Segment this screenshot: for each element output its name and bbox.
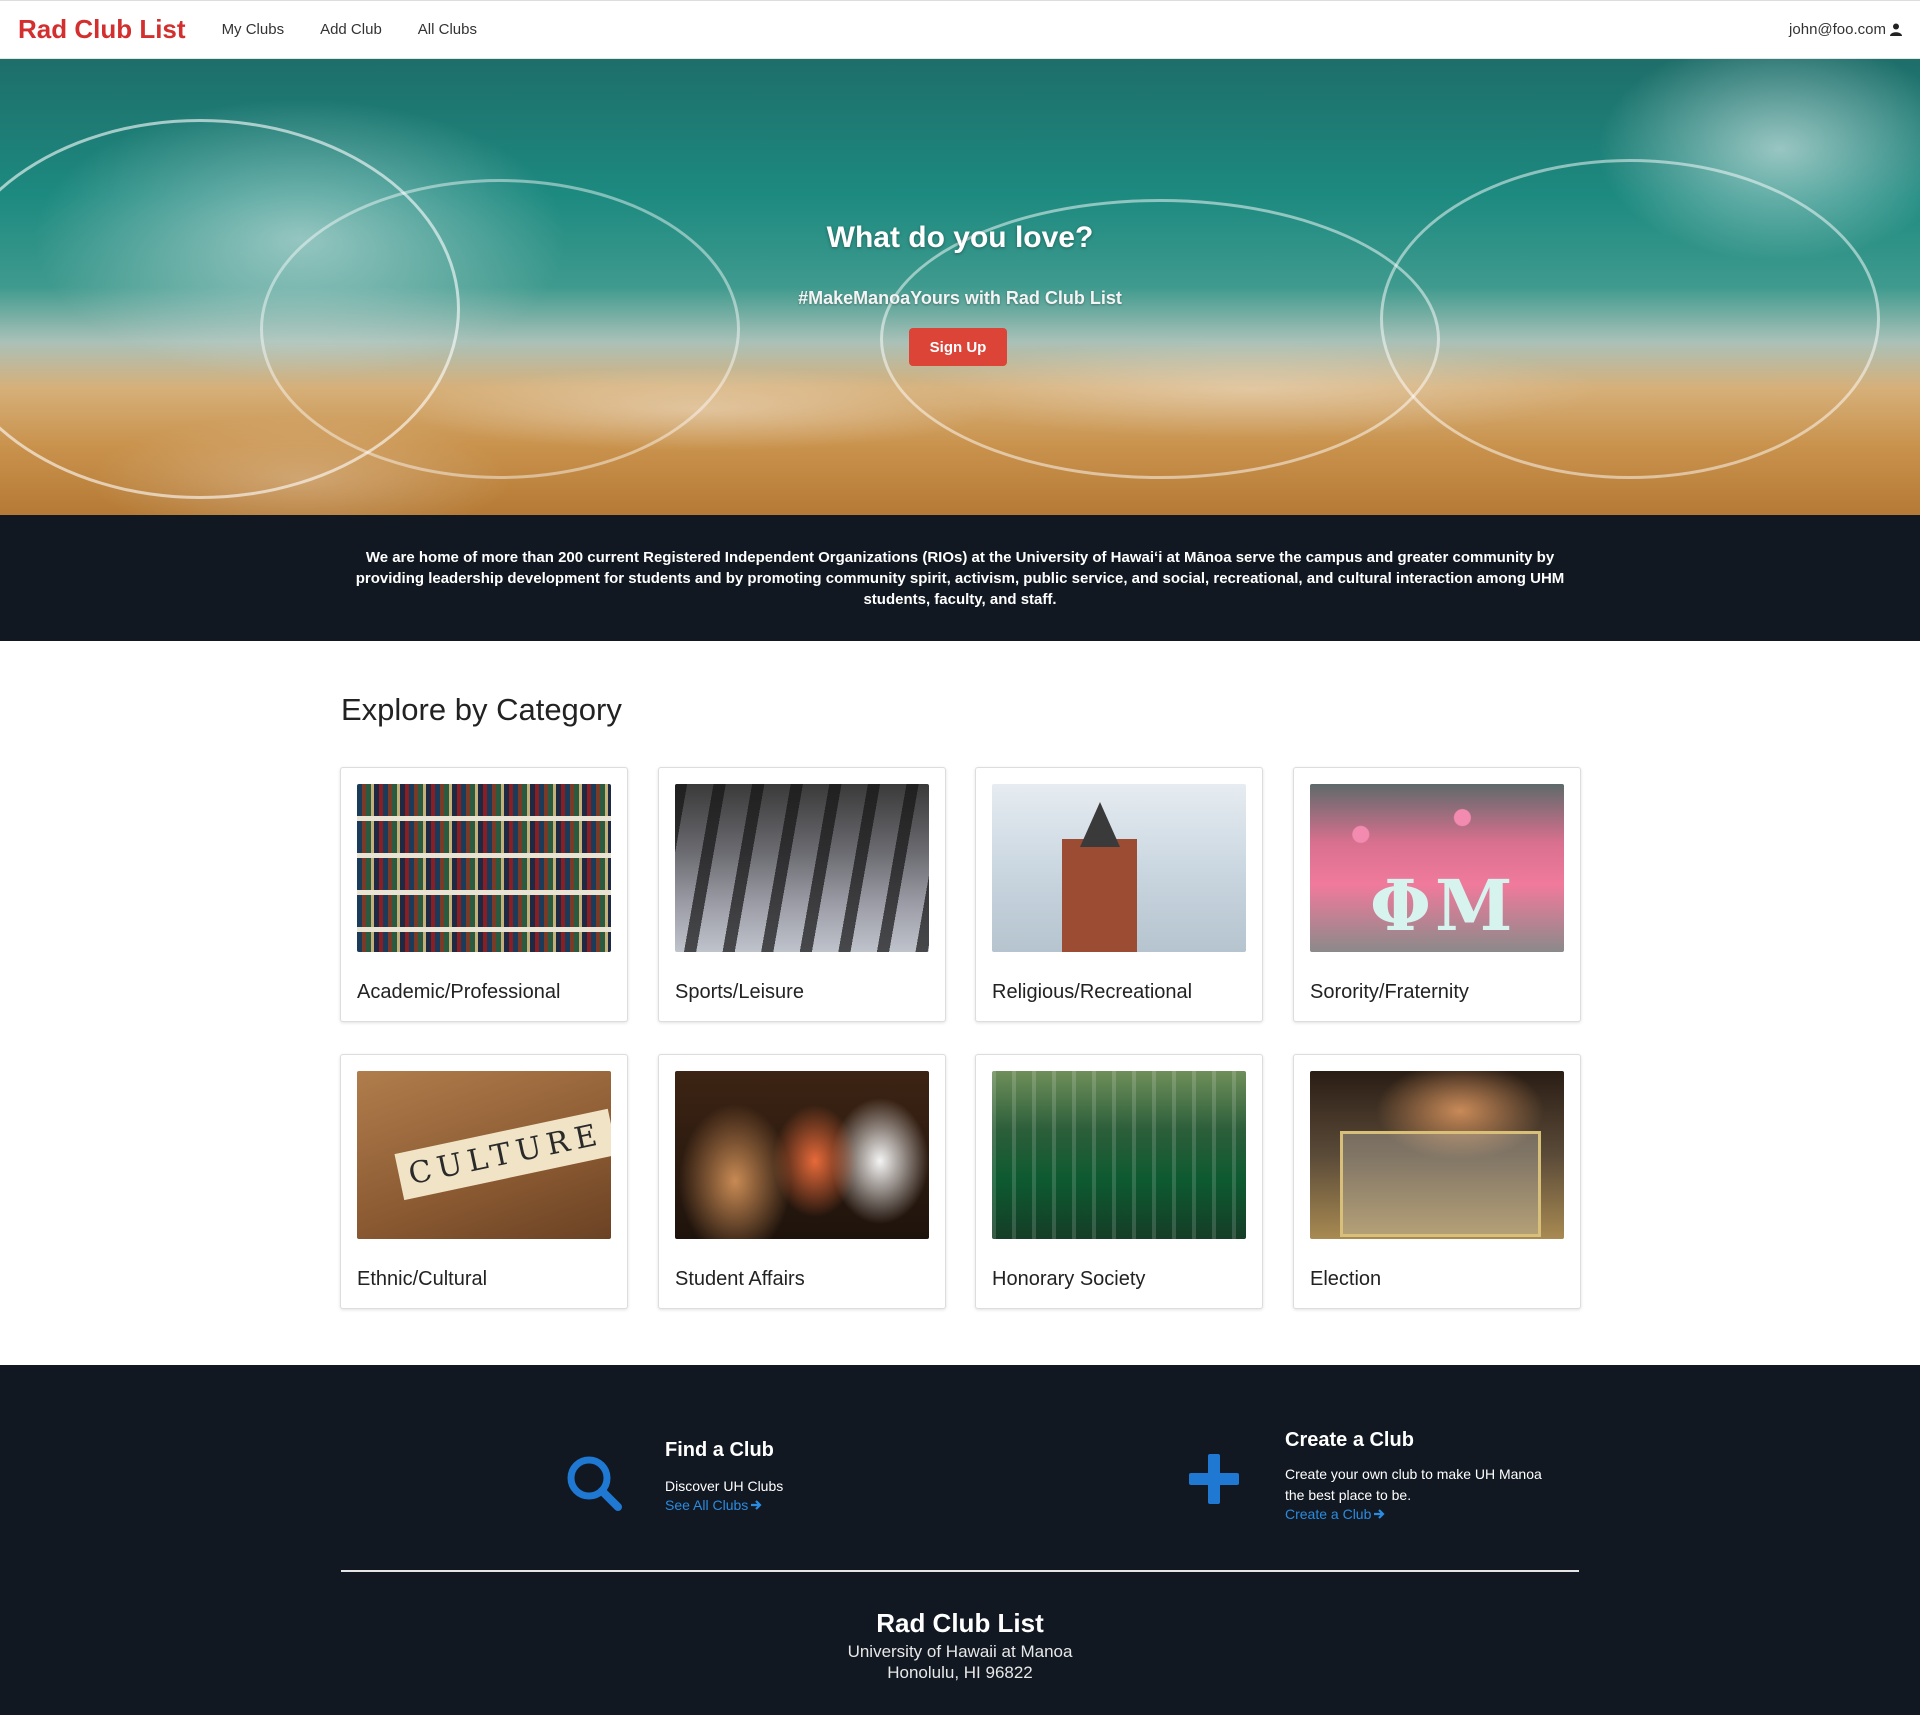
- info-band: We are home of more than 200 current Reg…: [0, 515, 1920, 641]
- user-email: john@foo.com: [1789, 21, 1886, 38]
- create-club-link[interactable]: Create a Club: [1285, 1506, 1385, 1522]
- category-card-religious[interactable]: Religious/Recreational: [975, 767, 1263, 1022]
- nav-links: My Clubs Add Club All Clubs: [206, 21, 497, 38]
- signup-button[interactable]: Sign Up: [909, 328, 1007, 366]
- category-card-election[interactable]: Election: [1293, 1054, 1581, 1309]
- category-card-ethnic[interactable]: CULTURE Ethnic/Cultural: [340, 1054, 628, 1309]
- create-club-text-1: Create your own club to make UH Manoa: [1285, 1466, 1542, 1482]
- category-label: Sports/Leisure: [675, 981, 804, 1003]
- hero-title: What do you love?: [826, 221, 1094, 254]
- category-card-sports[interactable]: Sports/Leisure: [658, 767, 946, 1022]
- search-icon: [567, 1456, 622, 1511]
- category-card-sorority[interactable]: ΦM Sorority/Fraternity: [1293, 767, 1581, 1022]
- sorority-photo: ΦM: [1310, 784, 1564, 952]
- category-label: Ethnic/Cultural: [357, 1268, 488, 1290]
- nav-all-clubs[interactable]: All Clubs: [418, 21, 477, 38]
- runners-photo: [675, 784, 929, 952]
- category-label: Sorority/Fraternity: [1310, 981, 1469, 1003]
- footer-divider: [341, 1570, 1579, 1572]
- arrow-right-icon: [751, 1500, 762, 1510]
- bookshelf-photo: [357, 784, 611, 952]
- category-card-honorary[interactable]: Honorary Society: [975, 1054, 1263, 1309]
- category-label: Honorary Society: [992, 1268, 1146, 1290]
- category-label: Student Affairs: [675, 1268, 805, 1290]
- plus-icon: [1189, 1454, 1239, 1504]
- graduation-photo: [992, 1071, 1246, 1239]
- students-meeting-photo: [675, 1071, 929, 1239]
- category-label: Religious/Recreational: [992, 981, 1193, 1003]
- nav-my-clubs[interactable]: My Clubs: [222, 21, 285, 38]
- find-club-block: Find a Club Discover UH Clubs See All Cl…: [665, 1439, 783, 1515]
- footer-brand: Rad Club List: [876, 1608, 1044, 1638]
- footer-address-1: University of Hawaii at Manoa: [847, 1642, 1073, 1661]
- find-club-title: Find a Club: [665, 1439, 774, 1461]
- church-photo: [992, 784, 1246, 952]
- see-all-clubs-label: See All Clubs: [665, 1497, 749, 1513]
- category-card-academic[interactable]: Academic/Professional: [340, 767, 628, 1022]
- create-club-text-2: the best place to be.: [1285, 1487, 1412, 1503]
- arrow-right-icon: [1374, 1509, 1385, 1519]
- see-all-clubs-link[interactable]: See All Clubs: [665, 1497, 762, 1513]
- culture-tiles-photo: CULTURE: [357, 1071, 611, 1239]
- create-club-block: Create a Club Create your own club to ma…: [1285, 1429, 1542, 1524]
- user-icon: [1890, 23, 1902, 36]
- create-club-title: Create a Club: [1285, 1429, 1414, 1451]
- category-label: Election: [1310, 1268, 1382, 1290]
- footer-address-2: Honolulu, HI 96822: [887, 1663, 1033, 1682]
- find-club-text: Discover UH Clubs: [665, 1478, 784, 1494]
- user-menu[interactable]: john@foo.com: [1789, 21, 1902, 38]
- explore-title: Explore by Category: [341, 692, 622, 727]
- hero-subtitle: #MakeManoaYours with Rad Club List: [798, 288, 1122, 308]
- info-text: We are home of more than 200 current Reg…: [355, 548, 1565, 608]
- category-label: Academic/Professional: [357, 981, 561, 1003]
- ballot-box-photo: [1310, 1071, 1564, 1239]
- nav-add-club[interactable]: Add Club: [320, 21, 382, 38]
- hero-banner: What do you love? #MakeManoaYours with R…: [0, 59, 1920, 515]
- create-club-link-label: Create a Club: [1285, 1506, 1372, 1522]
- category-card-student-affairs[interactable]: Student Affairs: [658, 1054, 946, 1309]
- brand-logo[interactable]: Rad Club List: [18, 14, 186, 45]
- navbar: Rad Club List My Clubs Add Club All Club…: [0, 0, 1920, 59]
